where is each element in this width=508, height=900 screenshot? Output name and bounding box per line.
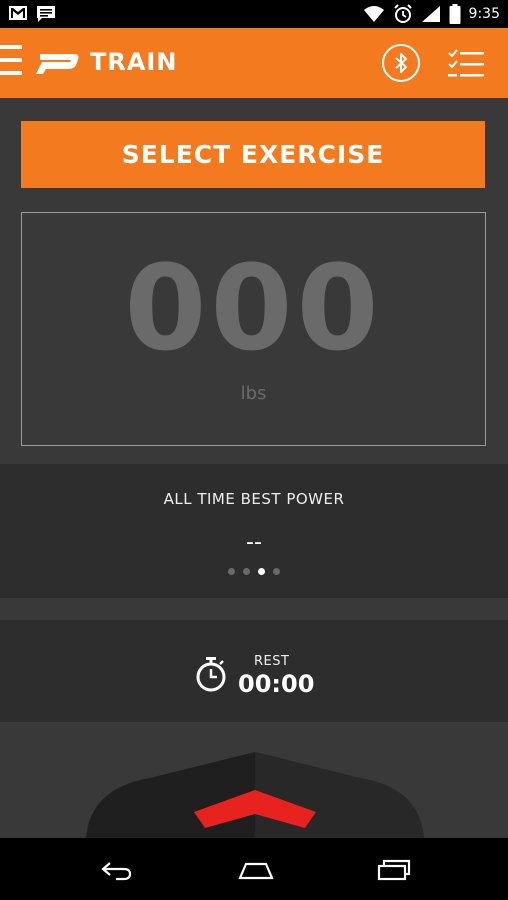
status-bar: 9:35 <box>0 0 508 28</box>
page-dot[interactable] <box>243 568 250 575</box>
page-dot-active[interactable] <box>258 568 265 575</box>
rest-label: REST <box>254 654 290 669</box>
weight-value: 000 <box>124 239 383 377</box>
device-illustration <box>86 752 424 838</box>
weight-display: 000 lbs <box>21 212 486 446</box>
navigation-bar <box>0 838 508 900</box>
page-indicator <box>0 568 508 575</box>
brand-logo <box>36 54 79 74</box>
best-power-value: -- <box>246 530 262 555</box>
hamburger-icon[interactable] <box>0 45 24 81</box>
back-button[interactable] <box>96 856 136 884</box>
best-power-label: ALL TIME BEST POWER <box>163 490 345 508</box>
clock: 9:35 <box>468 6 500 22</box>
page-dot[interactable] <box>228 568 235 575</box>
back-icon <box>101 862 132 881</box>
home-icon <box>238 862 274 880</box>
recents-icon <box>377 859 411 881</box>
weight-unit: lbs <box>240 383 267 404</box>
app-bar: TRAIN <box>0 28 508 98</box>
alarm-icon <box>393 4 412 23</box>
page-title: TRAIN <box>90 48 178 76</box>
gmail-icon <box>9 6 27 20</box>
page-dot[interactable] <box>273 568 280 575</box>
rest-timer-panel: REST 00:00 <box>0 620 508 722</box>
stopwatch-icon <box>196 657 226 692</box>
rest-time: 00:00 <box>238 670 315 698</box>
select-exercise-button[interactable]: SELECT EXERCISE <box>21 121 485 188</box>
signal-icon <box>421 6 440 22</box>
bluetooth-icon <box>395 53 407 73</box>
bluetooth-button[interactable] <box>382 44 420 82</box>
wifi-icon <box>363 6 384 22</box>
battery-icon <box>449 4 461 24</box>
best-power-panel[interactable]: ALL TIME BEST POWER -- <box>0 464 508 598</box>
home-button[interactable] <box>236 856 276 884</box>
message-icon <box>37 6 55 22</box>
recents-button[interactable] <box>374 856 414 884</box>
checklist-icon[interactable] <box>446 48 486 80</box>
